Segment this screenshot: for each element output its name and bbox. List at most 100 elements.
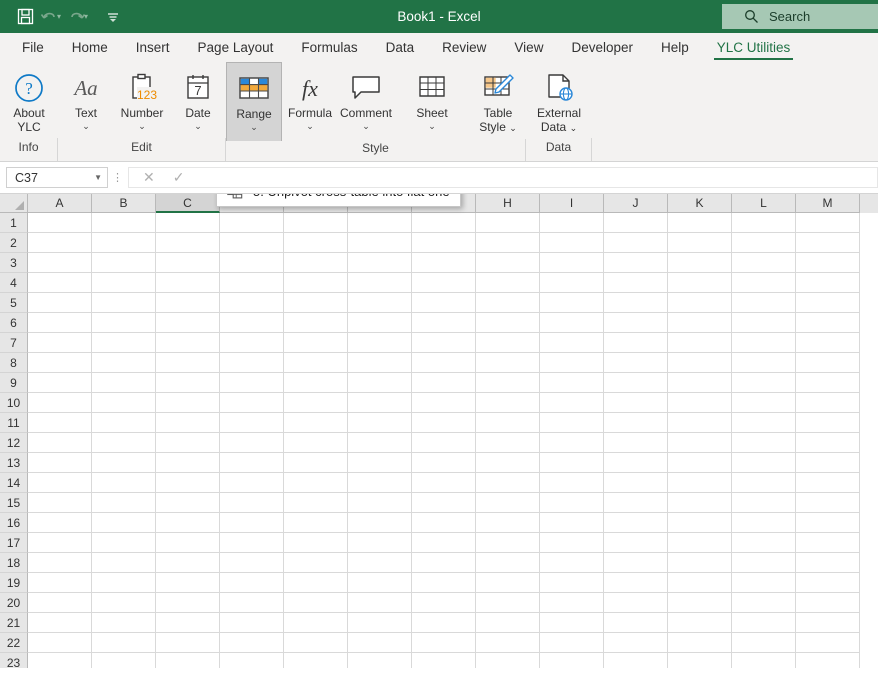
cell-J16[interactable] (604, 513, 668, 533)
cell-K22[interactable] (668, 633, 732, 653)
comment-button[interactable]: Comment ⌄ (338, 66, 394, 131)
cell-D14[interactable] (220, 473, 284, 493)
column-header-k[interactable]: K (668, 194, 732, 213)
cell-A16[interactable] (28, 513, 92, 533)
row-header-13[interactable]: 13 (0, 453, 28, 473)
redo-button[interactable]: ▾ (67, 8, 92, 25)
column-header-c[interactable]: C (156, 194, 220, 213)
cell-E20[interactable] (284, 593, 348, 613)
cell-A19[interactable] (28, 573, 92, 593)
cell-C9[interactable] (156, 373, 220, 393)
cell-F18[interactable] (348, 553, 412, 573)
cell-M17[interactable] (796, 533, 860, 553)
cell-I19[interactable] (540, 573, 604, 593)
cell-L3[interactable] (732, 253, 796, 273)
cell-M3[interactable] (796, 253, 860, 273)
cell-B7[interactable] (92, 333, 156, 353)
cell-I3[interactable] (540, 253, 604, 273)
cell-B13[interactable] (92, 453, 156, 473)
undo-dropdown-caret[interactable]: ▾ (57, 12, 65, 21)
cell-D9[interactable] (220, 373, 284, 393)
cell-G9[interactable] (412, 373, 476, 393)
cell-J9[interactable] (604, 373, 668, 393)
cell-D21[interactable] (220, 613, 284, 633)
cell-I7[interactable] (540, 333, 604, 353)
cell-M10[interactable] (796, 393, 860, 413)
cell-L18[interactable] (732, 553, 796, 573)
cell-B2[interactable] (92, 233, 156, 253)
cell-I6[interactable] (540, 313, 604, 333)
cell-F14[interactable] (348, 473, 412, 493)
cell-J17[interactable] (604, 533, 668, 553)
cell-M6[interactable] (796, 313, 860, 333)
cell-A18[interactable] (28, 553, 92, 573)
cell-I16[interactable] (540, 513, 604, 533)
cell-H5[interactable] (476, 293, 540, 313)
cell-B18[interactable] (92, 553, 156, 573)
cell-I15[interactable] (540, 493, 604, 513)
select-all-corner-button[interactable] (0, 194, 28, 213)
about-ylc-button[interactable]: ? About YLC (0, 66, 58, 134)
cell-J19[interactable] (604, 573, 668, 593)
row-header-19[interactable]: 19 (0, 573, 28, 593)
row-header-9[interactable]: 9 (0, 373, 28, 393)
row-header-3[interactable]: 3 (0, 253, 28, 273)
column-header-i[interactable]: I (540, 194, 604, 213)
cell-M9[interactable] (796, 373, 860, 393)
number-button[interactable]: 123 Number ⌄ (114, 66, 170, 131)
search-box[interactable]: Search (722, 4, 878, 29)
cell-H17[interactable] (476, 533, 540, 553)
cell-E18[interactable] (284, 553, 348, 573)
cell-A10[interactable] (28, 393, 92, 413)
cell-K6[interactable] (668, 313, 732, 333)
cell-A23[interactable] (28, 653, 92, 668)
text-dropdown-caret[interactable]: ⌄ (82, 121, 90, 131)
cell-M4[interactable] (796, 273, 860, 293)
cell-M11[interactable] (796, 413, 860, 433)
cell-G18[interactable] (412, 553, 476, 573)
cell-K3[interactable] (668, 253, 732, 273)
cell-B9[interactable] (92, 373, 156, 393)
cell-H15[interactable] (476, 493, 540, 513)
tab-help[interactable]: Help (647, 36, 703, 62)
cell-G23[interactable] (412, 653, 476, 668)
check-icon[interactable]: ✓ (173, 169, 185, 186)
cell-F19[interactable] (348, 573, 412, 593)
range-menu-item-5[interactable]: 5. Unpivot cross-table into flat one (217, 194, 460, 205)
sheet-button[interactable]: Sheet ⌄ (404, 66, 460, 131)
cell-K7[interactable] (668, 333, 732, 353)
number-dropdown-caret[interactable]: ⌄ (138, 121, 146, 131)
cell-E6[interactable] (284, 313, 348, 333)
cell-A1[interactable] (28, 213, 92, 233)
cell-C22[interactable] (156, 633, 220, 653)
cell-A14[interactable] (28, 473, 92, 493)
cell-D12[interactable] (220, 433, 284, 453)
cell-D10[interactable] (220, 393, 284, 413)
cell-C16[interactable] (156, 513, 220, 533)
cell-M1[interactable] (796, 213, 860, 233)
cell-E21[interactable] (284, 613, 348, 633)
row-header-17[interactable]: 17 (0, 533, 28, 553)
cell-E4[interactable] (284, 273, 348, 293)
cell-G13[interactable] (412, 453, 476, 473)
column-header-h[interactable]: H (476, 194, 540, 213)
cell-D18[interactable] (220, 553, 284, 573)
column-header-l[interactable]: L (732, 194, 796, 213)
cell-C21[interactable] (156, 613, 220, 633)
cell-L7[interactable] (732, 333, 796, 353)
cell-K18[interactable] (668, 553, 732, 573)
cell-L1[interactable] (732, 213, 796, 233)
cell-I5[interactable] (540, 293, 604, 313)
cell-D11[interactable] (220, 413, 284, 433)
cell-F9[interactable] (348, 373, 412, 393)
cell-F8[interactable] (348, 353, 412, 373)
cell-L19[interactable] (732, 573, 796, 593)
cell-B8[interactable] (92, 353, 156, 373)
cell-K11[interactable] (668, 413, 732, 433)
cell-I12[interactable] (540, 433, 604, 453)
cell-H11[interactable] (476, 413, 540, 433)
cell-H4[interactable] (476, 273, 540, 293)
cell-E12[interactable] (284, 433, 348, 453)
row-header-1[interactable]: 1 (0, 213, 28, 233)
cell-E15[interactable] (284, 493, 348, 513)
